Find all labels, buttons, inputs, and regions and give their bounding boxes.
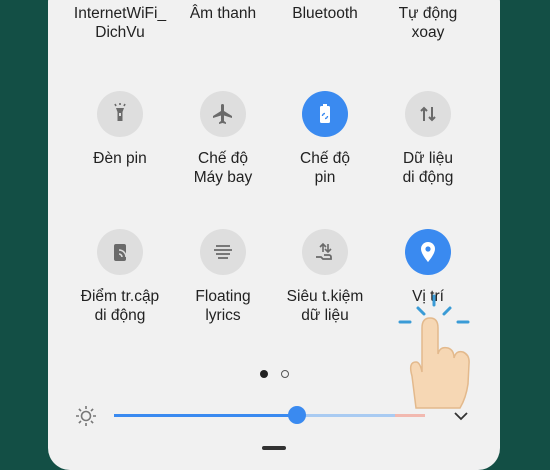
location-icon[interactable] — [405, 229, 451, 275]
brightness-slider-track[interactable] — [297, 414, 395, 417]
brightness-slider-fill[interactable] — [114, 414, 297, 417]
tile-label: Dữ liệu di động — [402, 150, 454, 186]
tile-label: Điểm tr.cập di động — [80, 288, 160, 324]
brightness-icon — [75, 405, 97, 427]
tile-label-bluetooth[interactable]: Bluetooth — [270, 4, 380, 23]
floating-lyrics-icon[interactable] — [200, 229, 246, 275]
tile-label: Chế độ Máy bay — [193, 150, 253, 186]
tile-flashlight[interactable]: Đèn pin — [65, 91, 175, 168]
tile-hotspot[interactable]: Điểm tr.cập di động — [65, 229, 175, 325]
brightness-slider-track-end[interactable] — [395, 414, 425, 417]
brightness-slider-thumb[interactable] — [288, 406, 306, 424]
bottom-handle — [262, 446, 286, 450]
tile-label: Đèn pin — [93, 150, 147, 167]
flashlight-icon[interactable] — [97, 91, 143, 137]
tile-label: Chế độ pin — [300, 150, 350, 186]
airplane-icon[interactable] — [200, 91, 246, 137]
tile-floating-lyrics[interactable]: Floating lyrics — [168, 229, 278, 325]
tile-label-wifi[interactable]: InternetWiFi_ DichVu — [65, 4, 175, 42]
hand-pointer-icon — [396, 288, 476, 413]
tile-data-saver[interactable]: Siêu t.kiệm dữ liệu — [270, 229, 380, 325]
tile-mobile-data[interactable]: Dữ liệu di động — [373, 91, 483, 187]
tile-label-auto-rotate[interactable]: Tự động xoay — [373, 4, 483, 42]
tile-label: Floating lyrics — [195, 288, 251, 324]
battery-saver-icon[interactable] — [302, 91, 348, 137]
tile-label-sound[interactable]: Âm thanh — [168, 4, 278, 23]
page-indicator-active[interactable] — [260, 370, 268, 378]
tile-airplane-mode[interactable]: Chế độ Máy bay — [168, 91, 278, 187]
hotspot-icon[interactable] — [97, 229, 143, 275]
page-indicator[interactable] — [281, 370, 289, 378]
tile-battery-saver[interactable]: Chế độ pin — [270, 91, 380, 187]
data-saver-icon[interactable] — [302, 229, 348, 275]
mobile-data-icon[interactable] — [405, 91, 451, 137]
tile-label: Siêu t.kiệm dữ liệu — [286, 288, 364, 324]
